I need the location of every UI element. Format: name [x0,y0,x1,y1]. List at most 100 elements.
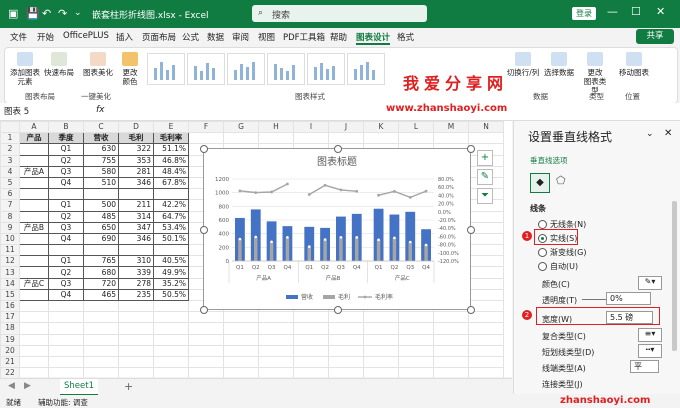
cell-margin[interactable] [153,244,189,257]
empty-cell[interactable] [258,311,294,324]
header-cell[interactable]: 产品 [19,132,49,145]
empty-cell[interactable] [258,132,294,145]
radio-automatic[interactable] [538,262,547,271]
empty-cell[interactable] [468,232,504,246]
chart-style-5[interactable] [307,53,345,85]
empty-cell[interactable] [328,311,364,324]
chart-style-2[interactable] [187,53,225,85]
empty-cell[interactable] [19,311,49,324]
empty-cell[interactable] [153,344,189,357]
column-header[interactable]: N [468,120,504,134]
compound-type-dropdown[interactable]: ≡▾ [638,328,662,342]
column-header[interactable]: J [328,120,364,134]
cell-margin[interactable]: 49.9% [153,266,189,279]
empty-cell[interactable] [118,311,154,324]
cell-profit[interactable]: 347 [118,221,154,234]
maximize-button[interactable]: ☐ [631,5,641,18]
empty-cell[interactable] [398,333,434,346]
cap-type-dropdown[interactable]: 平 [630,360,659,373]
empty-cell[interactable] [328,132,364,145]
cell-quarter[interactable]: Q3 [48,277,84,290]
empty-cell[interactable] [258,355,294,369]
column-header[interactable]: C [83,120,119,134]
cell-revenue[interactable]: 755 [83,154,119,167]
column-header[interactable]: D [118,120,154,134]
cell-profit[interactable] [118,244,154,257]
row-header[interactable]: 1 [0,132,20,145]
cell-revenue[interactable]: 465 [83,288,119,302]
pane-scrollbar[interactable] [672,201,677,351]
column-header[interactable]: M [433,120,469,134]
empty-cell[interactable] [468,266,504,279]
empty-cell[interactable] [223,333,259,346]
empty-cell[interactable] [468,132,504,145]
empty-cell[interactable] [293,132,329,145]
empty-cell[interactable] [223,355,259,369]
empty-cell[interactable] [363,322,399,335]
column-header[interactable]: B [48,120,84,134]
resize-handle[interactable] [200,145,208,153]
menu-review[interactable]: 审阅 [232,31,249,43]
empty-cell[interactable] [19,355,49,369]
empty-cell[interactable] [468,333,504,346]
transparency-input[interactable]: 0% [606,292,651,305]
cell-revenue[interactable]: 680 [83,266,119,279]
search-input[interactable]: ⌕ 搜索 [252,5,427,22]
row-header[interactable]: 14 [0,277,20,290]
menu-help[interactable]: 帮助 [330,31,347,43]
empty-cell[interactable] [293,344,329,357]
row-header[interactable]: 10 [0,232,20,246]
row-header[interactable]: 5 [0,176,20,190]
resize-handle[interactable] [334,145,342,153]
empty-cell[interactable] [188,333,224,346]
cell-quarter[interactable]: Q3 [48,221,84,234]
empty-cell[interactable] [328,344,364,357]
cell-profit[interactable]: 310 [118,255,154,268]
empty-cell[interactable] [83,355,119,369]
cell-product[interactable] [19,255,49,268]
empty-cell[interactable] [188,322,224,335]
empty-cell[interactable] [153,311,189,324]
empty-cell[interactable] [83,299,119,313]
resize-handle[interactable] [334,306,342,314]
empty-cell[interactable] [433,333,469,346]
cell-margin[interactable]: 50.5% [153,288,189,302]
empty-cell[interactable] [398,322,434,335]
resize-handle[interactable] [200,226,208,234]
select-all-corner[interactable] [0,120,20,134]
cell-revenue[interactable]: 720 [83,277,119,290]
cell-quarter[interactable]: Q4 [48,288,84,302]
cell-product[interactable]: 产品A [19,165,49,178]
empty-cell[interactable] [223,344,259,357]
header-cell[interactable]: 营收 [83,132,119,145]
cell-quarter[interactable]: Q1 [48,255,84,268]
cell-quarter[interactable]: Q2 [48,210,84,223]
empty-cell[interactable] [258,333,294,346]
cell-product[interactable] [19,288,49,302]
menu-formulas[interactable]: 公式 [182,31,199,43]
row-header[interactable]: 21 [0,355,20,369]
cell-profit[interactable]: 353 [118,154,154,167]
cell-quarter[interactable]: Q4 [48,232,84,246]
cell-revenue[interactable]: 485 [83,210,119,223]
cell-profit[interactable]: 281 [118,165,154,178]
cell-revenue[interactable]: 510 [83,176,119,190]
cell-revenue[interactable]: 630 [83,143,119,156]
row-header[interactable]: 4 [0,165,20,178]
login-button[interactable]: 登录 [572,7,596,20]
empty-cell[interactable] [328,322,364,335]
cell-profit[interactable]: 346 [118,232,154,246]
row-header[interactable]: 9 [0,221,20,234]
row-header[interactable]: 19 [0,333,20,346]
cell-quarter[interactable] [48,244,84,257]
chart-filters-funnel-icon[interactable]: ⏷ [477,188,493,204]
empty-cell[interactable] [293,311,329,324]
resize-handle[interactable] [467,306,475,314]
add-chart-element-button[interactable]: 添加图表 元素 [9,52,41,86]
empty-cell[interactable] [398,311,434,324]
menu-format[interactable]: 格式 [397,31,414,43]
column-header[interactable]: K [363,120,399,134]
chart-style-1[interactable] [147,53,185,85]
menu-insert[interactable]: 插入 [116,31,133,43]
effects-pentagon-icon[interactable]: ⬠ [556,174,566,187]
